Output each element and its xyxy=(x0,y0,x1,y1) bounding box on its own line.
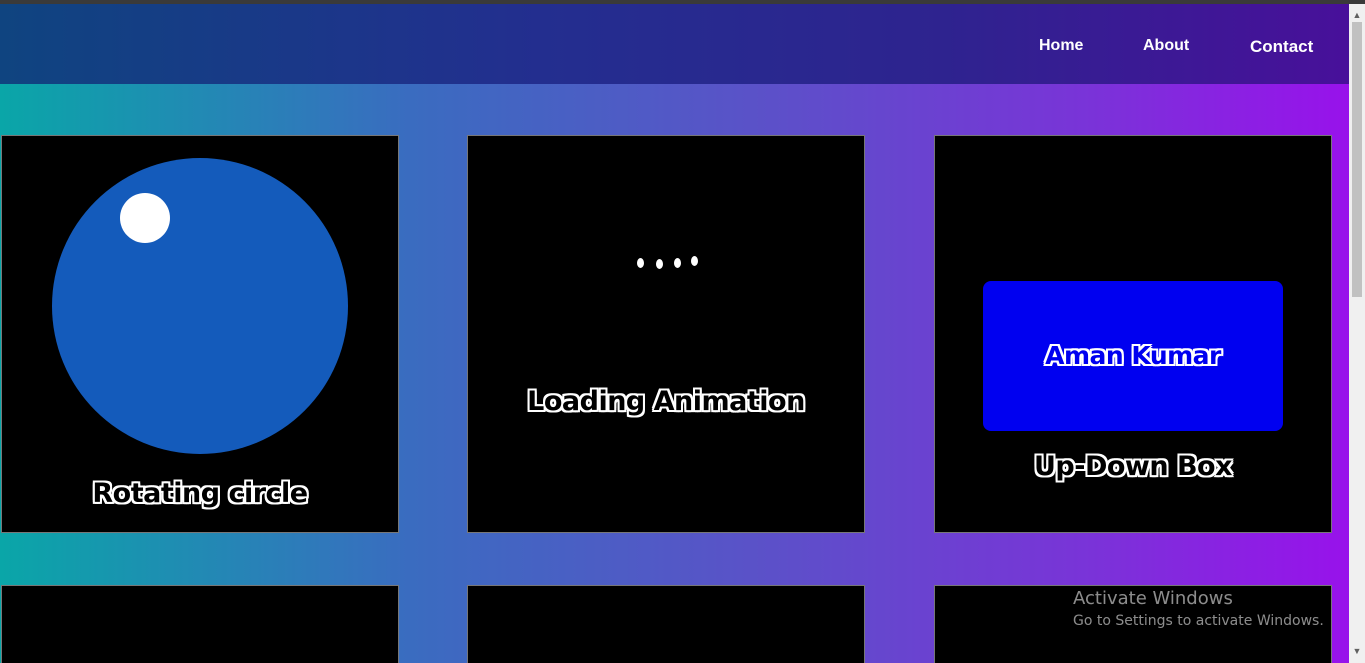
loading-dot xyxy=(656,259,663,269)
nav-link-contact[interactable]: Contact xyxy=(1250,37,1313,57)
watermark-title: Activate Windows xyxy=(1073,588,1233,609)
card-label: Rotating circle xyxy=(92,478,308,509)
card-loading-animation: Loading Animation xyxy=(467,135,865,533)
scroll-thumb[interactable] xyxy=(1352,22,1362,297)
card-label: Up-Down Box xyxy=(1033,451,1233,482)
up-down-box: Aman Kumar xyxy=(983,281,1283,431)
loading-dots xyxy=(636,256,700,270)
loading-dot xyxy=(674,258,681,268)
box-text: Aman Kumar xyxy=(1045,341,1221,370)
scroll-down-arrow-icon[interactable]: ▼ xyxy=(1349,646,1365,656)
loading-dot xyxy=(637,258,644,268)
nav-link-home[interactable]: Home xyxy=(1039,37,1083,55)
rotating-circle xyxy=(52,158,348,454)
nav-link-about[interactable]: About xyxy=(1143,37,1189,55)
watermark-subtitle: Go to Settings to activate Windows. xyxy=(1073,613,1324,629)
scroll-up-arrow-icon[interactable]: ▲ xyxy=(1349,10,1365,20)
navbar: Home About Contact xyxy=(0,4,1349,84)
card-up-down-box: Aman Kumar Up-Down Box xyxy=(934,135,1332,533)
activate-windows-watermark: Activate Windows Go to Settings to activ… xyxy=(1073,588,1324,629)
loading-dot xyxy=(691,256,698,266)
orbit-dot xyxy=(120,193,170,243)
vertical-scrollbar[interactable]: ▲ ▼ xyxy=(1349,4,1365,663)
card xyxy=(1,585,399,663)
card-label: Loading Animation xyxy=(527,386,805,417)
card xyxy=(467,585,865,663)
card-rotating-circle: Rotating circle xyxy=(1,135,399,533)
